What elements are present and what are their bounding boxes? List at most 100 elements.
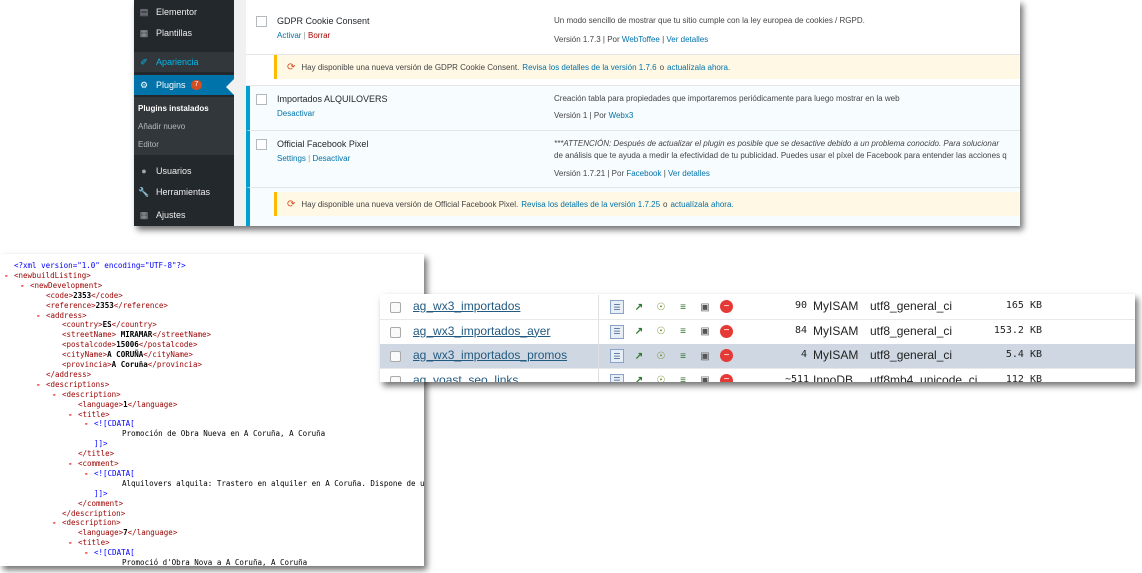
sidebar-item-ajustes[interactable]: ▦ Ajustes — [134, 205, 234, 225]
browse-icon[interactable]: ☰ — [610, 324, 624, 339]
collapse-toggle[interactable]: - — [68, 410, 78, 420]
xml-line[interactable]: - <newDevelopment> — [20, 281, 102, 291]
sidebar-item-plugins[interactable]: ⚙ Plugins 7 — [134, 75, 234, 95]
xml-line[interactable]: - <description> — [52, 390, 121, 400]
collapse-toggle[interactable]: - — [36, 380, 46, 390]
collapse-toggle[interactable]: - — [52, 390, 62, 400]
table-row[interactable]: ag_wx3_importados_ayer ☰ ↗ ☉ ≡ ▣ − 84 MyISAM utf8… — [380, 319, 1135, 345]
sidebar-item-plantillas[interactable]: ▦ Plantillas — [134, 23, 234, 43]
xml-line[interactable]: - <address> — [36, 311, 87, 321]
table-checkbox[interactable] — [390, 302, 401, 313]
xml-line[interactable]: - <description> — [52, 518, 121, 528]
xml-line[interactable]: - <descriptions> — [36, 380, 109, 390]
sidebar-item-label: Herramientas — [156, 187, 211, 197]
structure-icon[interactable]: ↗ — [632, 349, 646, 363]
table-row[interactable]: ag_wx3_importados_promos ☰ ↗ ☉ ≡ ▣ − 4 MyISAM utf… — [380, 344, 1135, 369]
collapse-toggle[interactable]: - — [20, 281, 30, 291]
insert-icon[interactable]: ≡ — [676, 349, 690, 363]
collapse-toggle[interactable]: - — [84, 419, 94, 429]
sidebar-item-elementor[interactable]: ▤ Elementor — [134, 2, 234, 22]
sidebar-item-herramientas[interactable]: 🔧 Herramientas — [134, 182, 234, 202]
submenu-installed-plugins[interactable]: Plugins instalados — [138, 104, 209, 113]
table-checkbox[interactable] — [390, 326, 401, 338]
xml-line: </title> — [68, 449, 114, 459]
collapse-toggle[interactable]: - — [4, 271, 14, 281]
sidebar-item-usuarios[interactable]: ● Usuarios — [134, 161, 234, 181]
author-link[interactable]: Facebook — [626, 169, 661, 178]
xml-line: Promoció d'Obra Nova a A Coruña, A Coruñ… — [100, 558, 307, 566]
table-name-link[interactable]: ag_wx3_importados_promos — [413, 348, 567, 362]
cdata-text: Promoció d'Obra Nova a A Coruña, A Coruñ… — [122, 558, 308, 566]
deactivate-link[interactable]: Desactivar — [277, 109, 315, 118]
details-link[interactable]: Ver detalles — [666, 35, 708, 44]
table-row[interactable]: ag_yoast_seo_links ☰ ↗ ☉ ≡ ▣ − ~511 InnoDB utf8mb… — [380, 368, 1135, 383]
browse-icon[interactable]: ☰ — [610, 300, 624, 314]
xml-line[interactable]: - <![CDATA[ — [84, 419, 135, 429]
xml-line: <postalcode>15006</postalcode> — [52, 340, 197, 350]
xml-close-tag: </language> — [127, 528, 178, 538]
plugin-row-alquilovers: Importados ALQUILOVERS Desactivar Creaci… — [246, 86, 1020, 131]
collapse-toggle[interactable]: - — [36, 311, 46, 321]
xml-open-tag: <language> — [78, 399, 124, 409]
drop-icon[interactable]: − — [720, 349, 733, 362]
sidebar-item-label: Apariencia — [156, 57, 199, 67]
drop-icon[interactable]: − — [720, 324, 733, 338]
table-checkbox[interactable] — [390, 375, 401, 382]
xml-line[interactable]: - <comment> — [68, 459, 119, 469]
browse-icon[interactable]: ☰ — [610, 373, 624, 382]
collapse-toggle[interactable]: - — [68, 538, 78, 548]
empty-icon[interactable]: ▣ — [698, 349, 712, 363]
activate-link[interactable]: Activar — [277, 31, 301, 40]
collapse-toggle[interactable]: - — [68, 459, 78, 469]
author-link[interactable]: Webx3 — [609, 111, 634, 120]
empty-icon[interactable]: ▣ — [698, 374, 712, 382]
sidebar-item-apariencia[interactable]: ✐ Apariencia — [134, 52, 234, 72]
structure-icon[interactable]: ↗ — [632, 300, 646, 314]
delete-link[interactable]: Borrar — [308, 31, 330, 40]
search-icon[interactable]: ☉ — [654, 325, 668, 339]
plugin-checkbox[interactable] — [256, 139, 267, 150]
update-details-link[interactable]: Revisa los detalles de la versión 1.7.25 — [521, 200, 660, 209]
plugin-actions: Activar | Borrar — [277, 31, 331, 40]
search-icon[interactable]: ☉ — [654, 300, 668, 314]
drop-icon[interactable]: − — [720, 373, 733, 382]
xml-line[interactable]: - <title> — [68, 410, 110, 420]
xml-close-tag: </language> — [127, 399, 178, 409]
empty-icon[interactable]: ▣ — [698, 300, 712, 314]
xml-line[interactable]: - <title> — [68, 538, 110, 548]
update-details-link[interactable]: Revisa los detalles de la versión 1.7.6 — [522, 63, 656, 72]
xml-line[interactable]: - <newbuildListing> — [4, 271, 91, 281]
deactivate-link[interactable]: Desactivar — [312, 154, 350, 163]
submenu-editor[interactable]: Editor — [138, 140, 159, 149]
plugin-checkbox[interactable] — [256, 94, 267, 105]
collapse-toggle[interactable]: - — [84, 469, 94, 479]
xml-line[interactable]: - <![CDATA[ — [84, 548, 135, 558]
settings-link[interactable]: Settings — [277, 154, 306, 163]
table-name-link[interactable]: ag_wx3_importados — [413, 299, 520, 313]
search-icon[interactable]: ☉ — [654, 349, 668, 363]
update-now-link[interactable]: actualízala ahora. — [670, 200, 733, 209]
details-link[interactable]: Ver detalles — [668, 169, 710, 178]
insert-icon[interactable]: ≡ — [676, 300, 690, 314]
author-link[interactable]: WebToffee — [622, 35, 660, 44]
search-icon[interactable]: ☉ — [654, 374, 668, 382]
insert-icon[interactable]: ≡ — [676, 374, 690, 382]
update-or: o — [659, 62, 665, 72]
table-row[interactable]: ag_wx3_importados ☰ ↗ ☉ ≡ ▣ − 90 MyISAM utf8_gene… — [380, 295, 1135, 320]
table-name-link[interactable]: ag_yoast_seo_links — [413, 373, 518, 383]
xml-line[interactable]: - <![CDATA[ — [84, 469, 135, 479]
drop-icon[interactable]: − — [720, 300, 733, 313]
collapse-toggle[interactable]: - — [84, 548, 94, 558]
update-now-link[interactable]: actualízala ahora. — [667, 63, 730, 72]
structure-icon[interactable]: ↗ — [632, 325, 646, 339]
plugin-checkbox[interactable] — [256, 16, 267, 27]
collapse-toggle[interactable]: - — [52, 518, 62, 528]
xml-open-tag: <newbuildListing> — [14, 270, 91, 280]
insert-icon[interactable]: ≡ — [676, 325, 690, 339]
structure-icon[interactable]: ↗ — [632, 374, 646, 382]
table-name-link[interactable]: ag_wx3_importados_ayer — [413, 324, 550, 338]
submenu-add-new[interactable]: Añadir nuevo — [138, 122, 185, 131]
empty-icon[interactable]: ▣ — [698, 325, 712, 339]
table-checkbox[interactable] — [390, 351, 401, 362]
browse-icon[interactable]: ☰ — [610, 349, 624, 363]
